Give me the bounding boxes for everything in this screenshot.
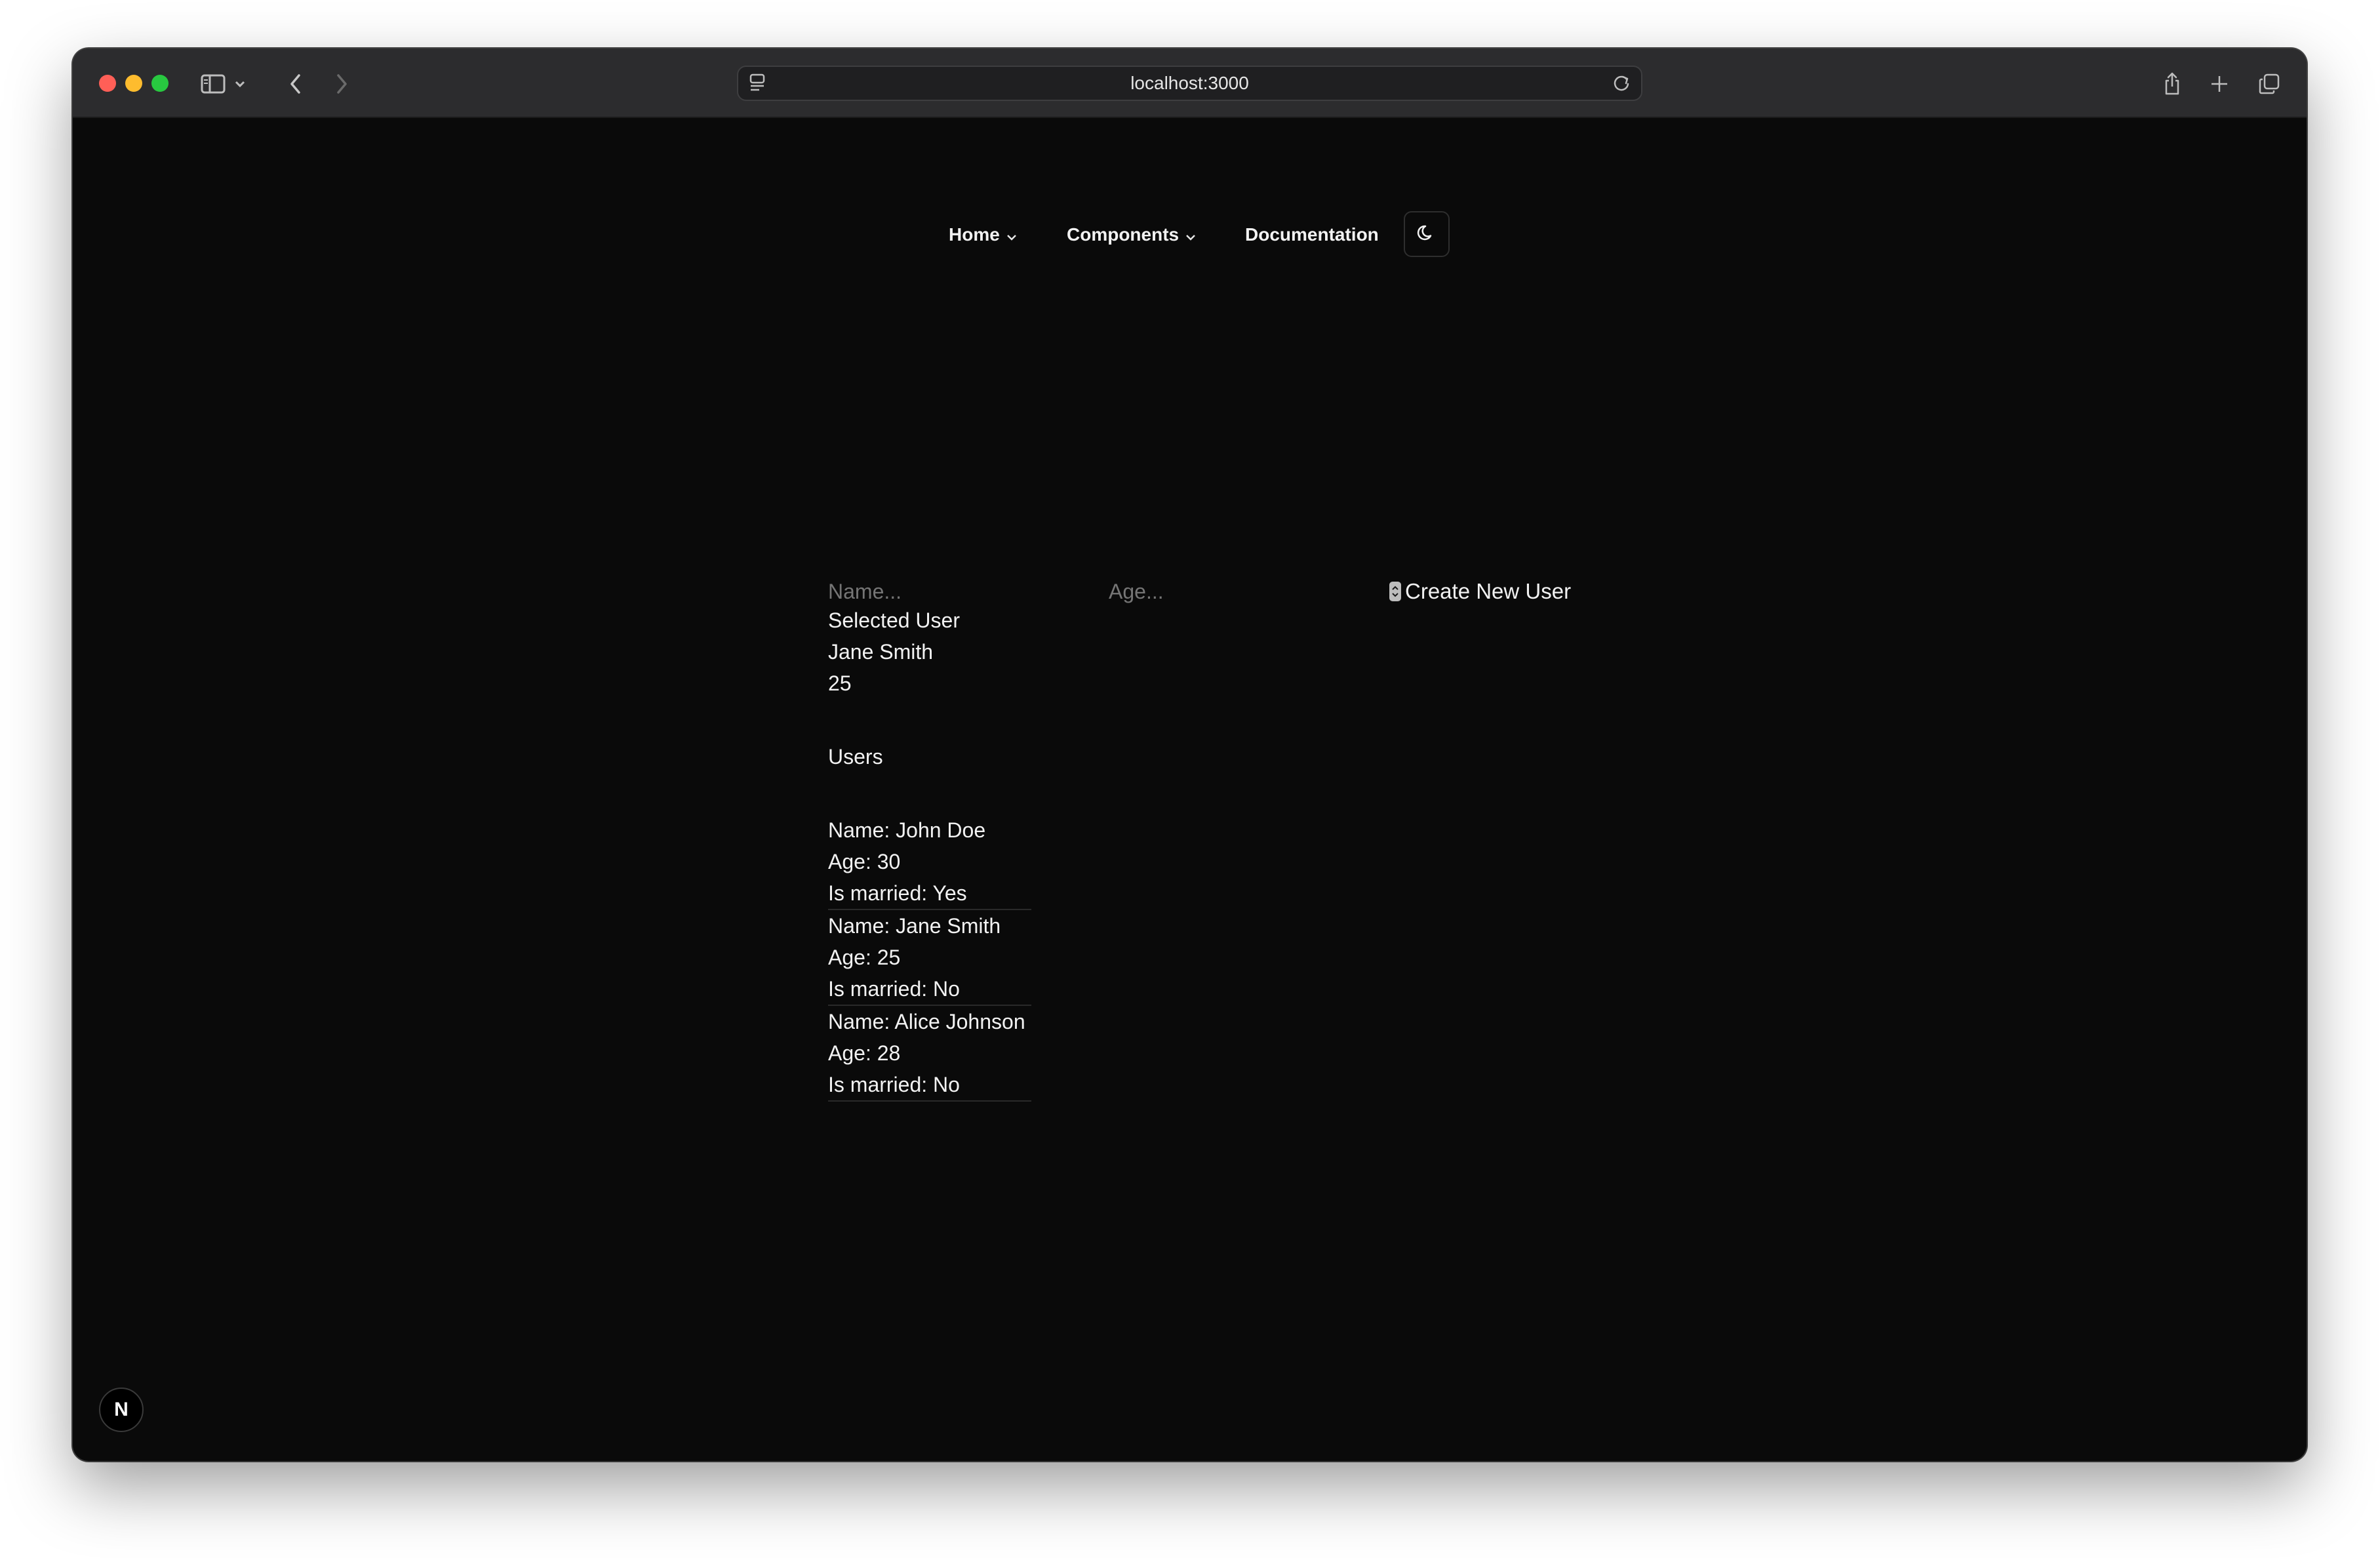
age-input[interactable] [1109,577,1358,606]
name-input[interactable] [828,577,1077,606]
nav-components-label: Components [1067,224,1180,245]
users-heading: Users [828,745,883,769]
nav-documentation[interactable]: Documentation [1245,218,1379,252]
browser-titlebar: localhost:3000 [73,49,2307,118]
back-icon[interactable] [281,71,310,97]
moon-icon [1417,223,1437,246]
selected-user-heading: Selected User [828,609,960,632]
tab-overview-icon[interactable] [2255,71,2284,97]
create-user-label: Create New User [1405,579,1572,603]
user-name: Name: Jane Smith [828,914,1001,938]
user-list-item[interactable]: Name: Jane Smith Age: 25 Is married: No [828,910,1031,1006]
user-age: Age: 28 [828,1041,901,1065]
new-tab-icon[interactable] [2205,71,2234,97]
maximize-window-button[interactable] [151,75,169,92]
create-user-button[interactable]: Create New User [1389,577,1571,606]
selected-user-age: 25 [828,671,852,695]
close-window-button[interactable] [99,75,116,92]
reload-icon[interactable] [1611,73,1632,97]
user-name: Name: John Doe [828,818,986,842]
user-list-item[interactable]: Name: John Doe Age: 30 Is married: Yes [828,814,1031,910]
nav-components[interactable]: Components [1067,218,1196,252]
user-name: Name: Alice Johnson [828,1010,1025,1033]
user-list-item[interactable]: Name: Alice Johnson Age: 28 Is married: … [828,1006,1031,1102]
user-age: Age: 25 [828,946,901,969]
chevron-down-icon[interactable] [230,71,250,97]
stepper-icon [1389,582,1401,601]
share-icon[interactable] [2158,71,2187,97]
nav-documentation-label: Documentation [1245,224,1379,245]
nav-home[interactable]: Home [949,218,1017,252]
user-married: Is married: No [828,977,960,1001]
minimize-window-button[interactable] [125,75,142,92]
user-married: Is married: No [828,1073,960,1096]
sidebar-toggle-icon[interactable] [199,71,228,97]
forward-icon[interactable] [327,71,356,97]
url-text: localhost:3000 [1130,73,1249,93]
chevron-down-icon [1185,218,1196,252]
nextjs-logo-letter: N [114,1399,129,1420]
theme-toggle-button[interactable] [1404,211,1450,257]
user-married: Is married: Yes [828,881,967,905]
address-bar[interactable]: localhost:3000 [737,66,1642,101]
chevron-down-icon [1006,218,1017,252]
page-content: Home Components Documentation Create Ne [73,118,2307,1461]
nextjs-dev-badge[interactable]: N [99,1388,144,1432]
selected-user-name: Jane Smith [828,640,934,664]
user-age: Age: 30 [828,850,901,873]
nav-home-label: Home [949,224,1000,245]
browser-window: localhost:3000 Home Components Documenta… [73,49,2307,1461]
